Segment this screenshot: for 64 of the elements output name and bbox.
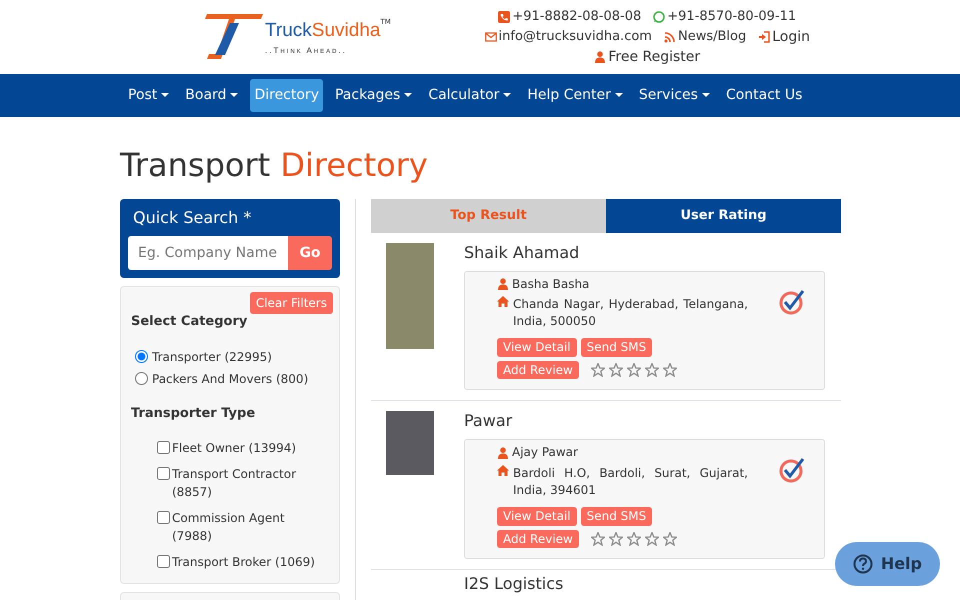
star-icon (662, 363, 677, 378)
contact-name: Ajay Pawar (512, 444, 578, 462)
star-icon (644, 363, 659, 378)
star-icon (662, 532, 677, 546)
option-label[interactable]: Transporter (22995) (152, 348, 272, 366)
section-heading: Transporter Type (131, 404, 256, 422)
option-label[interactable]: Commission Agent (7988) (172, 509, 317, 545)
help-icon (852, 554, 873, 574)
result-tab[interactable]: User Rating (606, 199, 841, 232)
checkbox[interactable] (157, 555, 170, 568)
option-label[interactable]: Packers And Movers (800) (152, 370, 308, 388)
home-icon (497, 465, 509, 476)
chat-icon (653, 11, 666, 23)
checkbox[interactable] (157, 441, 170, 454)
help-button[interactable]: Help (834, 542, 940, 586)
nav-link-item[interactable]: Help Center (523, 79, 627, 112)
nav-link-item[interactable]: Calculator (424, 79, 516, 112)
star-icon (590, 363, 605, 378)
logo-tagline: ..Think Ahead.. (265, 45, 348, 58)
search-field[interactable]: Eg. Company Name (128, 236, 288, 270)
address-text: Bardoli H.O, Bardoli, Surat, Gujarat, India, 394601 (513, 465, 748, 499)
page-title: Transport Directory (120, 145, 429, 186)
star-icon (626, 532, 641, 546)
phone-icon (498, 11, 510, 23)
login-icon (758, 31, 770, 43)
option-label[interactable]: Transport Contractor (8857) (172, 465, 317, 501)
nav-link-item[interactable]: Post (124, 79, 174, 112)
company-name: I2S Logistics (464, 574, 564, 594)
nav-link-item[interactable]: Services (634, 79, 714, 112)
logo-text: Truck (265, 20, 312, 41)
option-label[interactable]: Transport Broker (1069) (172, 553, 315, 571)
header-link[interactable]: +91-8570-80-09-11 (667, 7, 796, 27)
user-icon (497, 446, 508, 459)
nav-link-item[interactable]: Board (181, 79, 242, 112)
header-link[interactable]: info@trucksuvidha.com (498, 27, 652, 47)
option-label[interactable]: Fleet Owner (13994) (172, 439, 296, 457)
header-link[interactable]: Login (772, 27, 810, 47)
user-icon (497, 278, 508, 290)
header-link[interactable]: Free Register (608, 47, 700, 67)
company-name: Pawar (464, 411, 514, 432)
header-link[interactable]: News/Blog (678, 27, 746, 47)
nav-link-item[interactable]: Contact Us (722, 79, 806, 112)
star-icon (608, 532, 623, 546)
radio-button[interactable] (135, 372, 148, 385)
section-heading: Select Category (131, 313, 248, 331)
address-text: Chanda Nagar, Hyderabad, Telangana, India, 500050 (513, 296, 748, 330)
nav-link-item[interactable]: Packages (330, 79, 416, 112)
panel-title: Quick Search * (132, 207, 252, 229)
user-icon (594, 51, 606, 63)
star-icon (644, 532, 659, 546)
contact-name: Basha Basha (512, 276, 590, 292)
checkbox[interactable] (157, 467, 170, 480)
company-name: Shaik Ahamad (464, 242, 580, 262)
photo-placeholder (386, 411, 434, 476)
header-link[interactable]: +91-8882-08-08-08 (512, 7, 642, 27)
rss-icon (664, 31, 676, 43)
home-icon (497, 296, 509, 308)
star-icon (608, 363, 623, 378)
checkbox[interactable] (157, 511, 170, 524)
star-icon (626, 363, 641, 378)
star-icon (590, 532, 605, 546)
email-icon (484, 31, 497, 43)
radio-button[interactable] (135, 350, 148, 363)
logo-text: Suvidha (312, 20, 380, 41)
